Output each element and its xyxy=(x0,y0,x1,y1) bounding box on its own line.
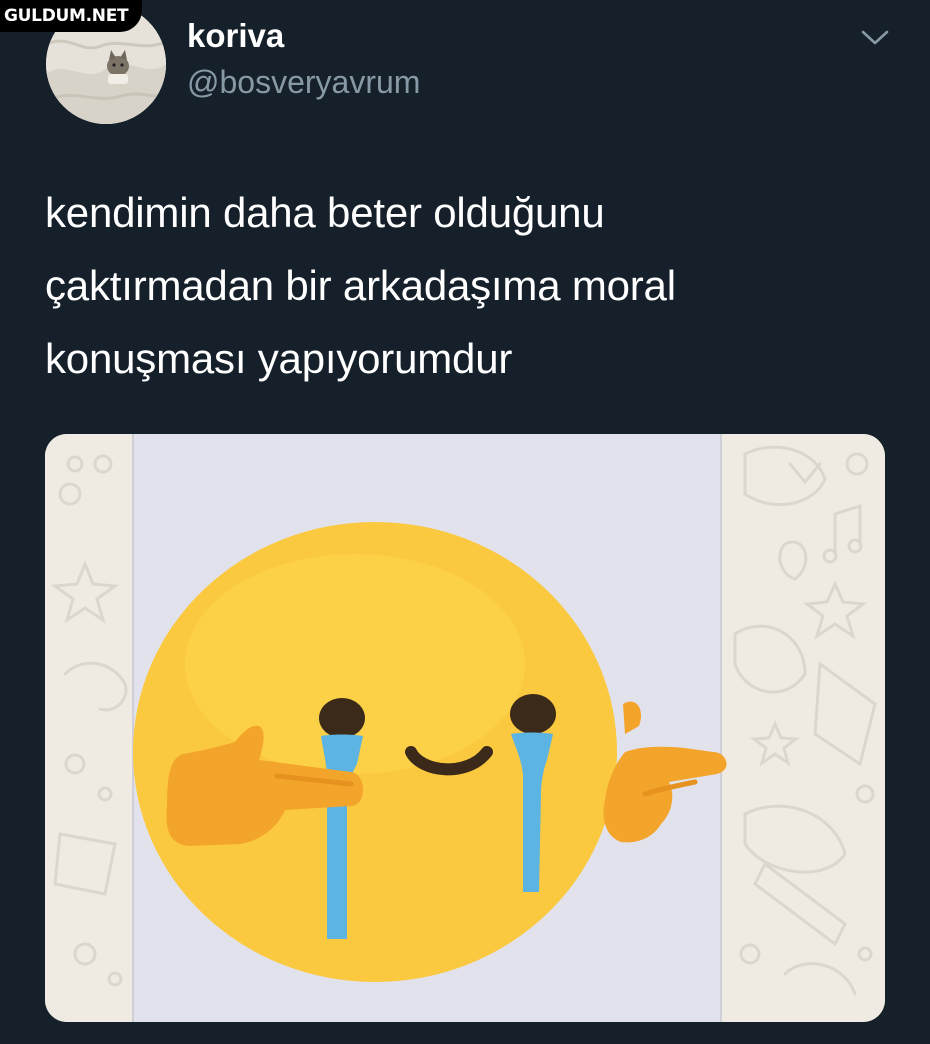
crying-pointing-emoji xyxy=(45,434,885,1022)
tweet-media[interactable] xyxy=(45,434,885,1022)
chevron-down-icon[interactable] xyxy=(858,24,892,50)
user-handle[interactable]: @bosveryavrum xyxy=(187,62,420,102)
watermark-logo: GULDUM.NET xyxy=(0,0,143,32)
display-name[interactable]: koriva xyxy=(187,16,284,56)
tweet-text: kendimin daha beter olduğunu çaktırmadan… xyxy=(45,189,676,382)
